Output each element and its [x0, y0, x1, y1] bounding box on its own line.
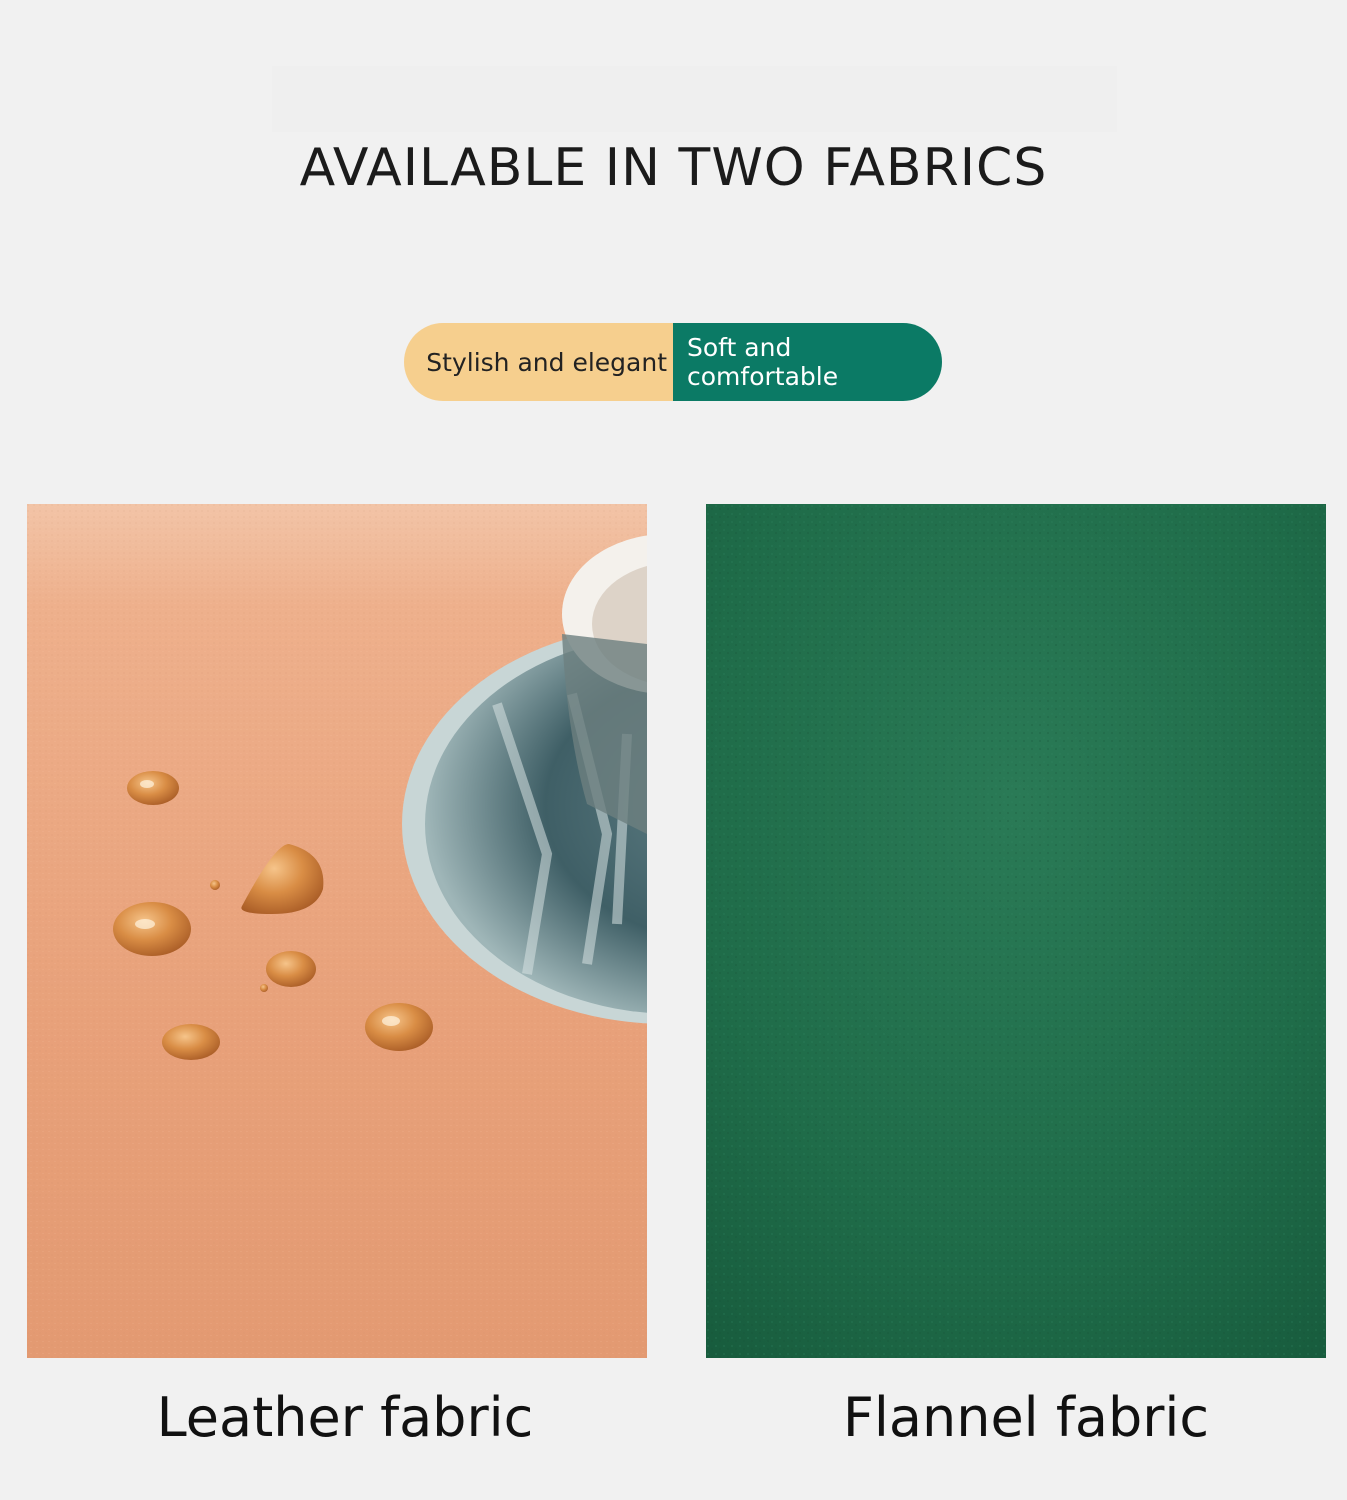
water-drop	[113, 902, 191, 956]
water-drop	[162, 1024, 220, 1060]
header-band	[272, 66, 1117, 132]
water-drop	[260, 984, 268, 992]
water-drop	[127, 771, 179, 805]
water-drop	[210, 880, 220, 890]
pill-label-soft: Soft and comfortable	[673, 323, 942, 401]
leather-photo	[27, 504, 647, 1358]
pill-label-stylish: Stylish and elegant	[404, 323, 673, 401]
water-drop	[266, 951, 316, 987]
page-title: AVAILABLE IN TWO FABRICS	[299, 138, 1048, 198]
leather-fabric-image	[27, 504, 647, 1358]
feature-pill: Stylish and elegant Soft and comfortable	[404, 323, 942, 401]
leather-fabric-label: Leather fabric	[156, 1386, 534, 1449]
flannel-fabric-image	[706, 504, 1326, 1358]
flannel-fabric-label: Flannel fabric	[842, 1386, 1210, 1449]
flannel-photo	[706, 504, 1326, 1358]
water-drop	[365, 1003, 433, 1051]
